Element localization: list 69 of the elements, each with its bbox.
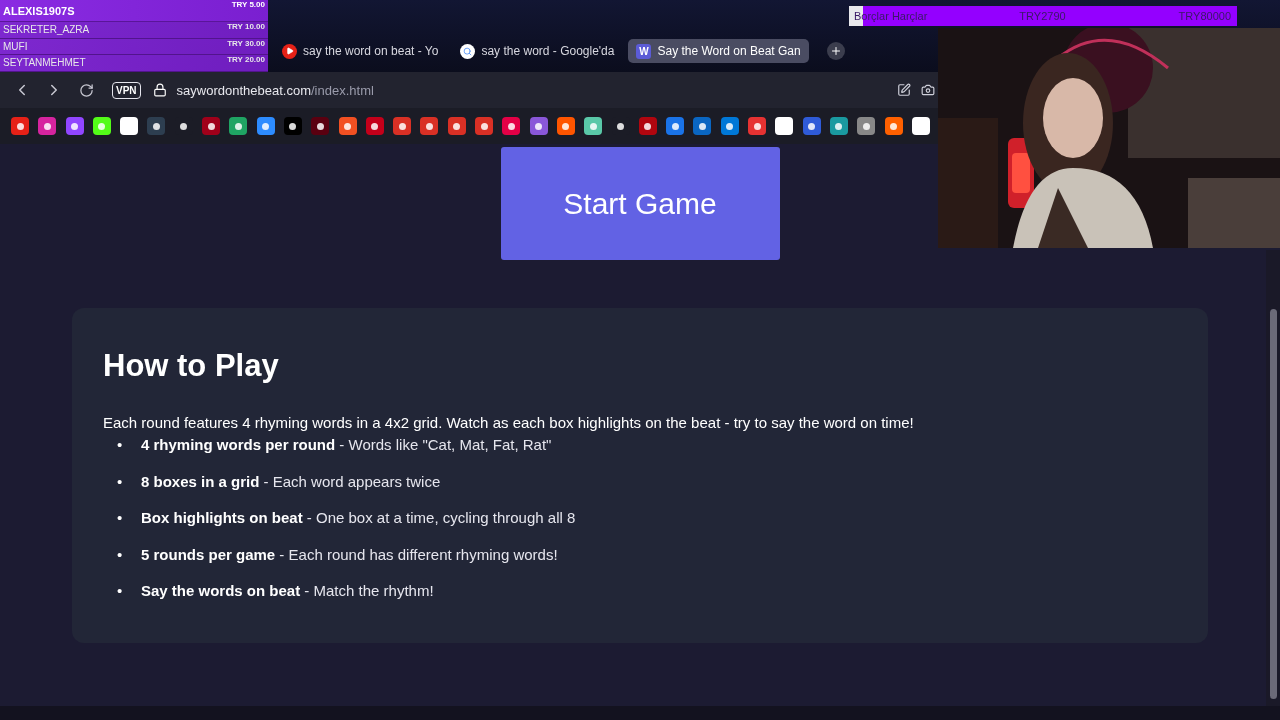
plus-icon[interactable] [826,42,845,60]
reload-icon[interactable] [78,82,94,98]
bookmark-icon[interactable] [475,117,494,135]
bookmark-icon[interactable] [11,117,29,135]
edit-icon[interactable] [897,83,911,97]
browser-tab[interactable]: W Say the Word on Beat Gan [628,39,809,63]
bookmark-icon[interactable] [829,117,848,135]
bullet: • [117,508,124,529]
bookmark-icon[interactable] [911,117,930,135]
vpn-badge[interactable]: VPN [112,81,141,99]
donor-name: MUFI [3,40,28,52]
bookmark-icon[interactable] [283,117,302,135]
donation-amount: TRY 20.00 [227,55,265,64]
bullet: • [117,544,124,565]
donation-amount: TRY 5.00 [231,0,265,9]
rule-text: 5 rounds per game - Each round has different rhyming words! [141,544,558,565]
tab-favicon: W [636,43,652,59]
donation-amount: TRY 10.00 [227,22,265,31]
bookmark-icon[interactable] [420,117,439,135]
bookmark-icon[interactable] [884,117,903,135]
bookmark-icon[interactable] [802,117,821,135]
lock-icon [152,83,167,97]
bullet: • [117,471,124,492]
intro-text: Each round features 4 rhyming words in a 4x2 grid. Watch as each box highlights on the beat - try to say the word on time! [103,414,915,431]
bookmark-icon[interactable] [638,117,657,135]
start-game-button[interactable]: Start Game [500,147,780,260]
bookmark-icon[interactable] [857,117,876,135]
bookmark-icon[interactable] [256,117,275,135]
section-heading: How to Play [103,348,280,384]
bookmark-icon[interactable] [748,117,766,135]
bookmark-icon[interactable] [38,117,57,135]
donor-name: SEKRETER_AZRA [3,24,90,36]
bookmark-icon[interactable] [502,117,521,135]
browser-tab[interactable]: say the word - Google'da [452,39,623,63]
scrollbar-thumb[interactable] [1270,309,1277,699]
camera-icon[interactable] [921,83,935,97]
bookmark-icon[interactable] [202,117,221,135]
donor-name: SEYTANMEHMET [3,57,86,69]
rule-text: Say the words on beat - Match the rhythm! [141,581,434,602]
rule-text: Box highlights on beat - One box at a time, cycling through all 8 [141,508,576,529]
search-icon [460,43,476,59]
rule-text: 4 rhyming words per round - Words like "Cat, Mat, Fat, Rat" [141,435,552,455]
goal-target: TRY80000 [1178,10,1231,22]
bookmark-icon[interactable] [229,117,248,135]
bookmark-icon[interactable] [92,117,111,135]
bookmark-icon[interactable] [584,117,603,135]
bookmark-icon[interactable] [775,117,794,135]
address-field[interactable]: saywordonthebeat.com/index.html [176,82,374,98]
bookmark-icon[interactable] [666,117,685,135]
donor-name: ALEXIS1907S [3,4,75,17]
bookmark-icon[interactable] [556,117,575,135]
donation-amount: TRY 30.00 [227,38,265,48]
bookmark-icon[interactable] [65,117,84,135]
rule-text: 8 boxes in a grid - Each word appears twice [141,471,441,492]
goal-raised: TRY2790 [1019,10,1066,22]
bookmark-icon[interactable] [447,117,466,135]
browser-tab[interactable]: say the word on beat - Yo [274,39,447,63]
bookmark-icon[interactable] [720,117,739,135]
bookmark-icon[interactable] [147,117,166,135]
bookmark-icon[interactable] [365,117,384,135]
bullet: • [117,435,124,455]
bookmark-icon[interactable] [311,117,330,135]
bookmark-icon[interactable] [338,117,357,135]
bookmark-icon[interactable] [393,117,412,135]
play-icon [282,43,297,59]
bookmark-icon[interactable] [529,117,548,135]
bookmark-icon[interactable] [693,117,712,135]
bullet: • [117,581,124,602]
bookmark-icon[interactable] [120,117,139,135]
